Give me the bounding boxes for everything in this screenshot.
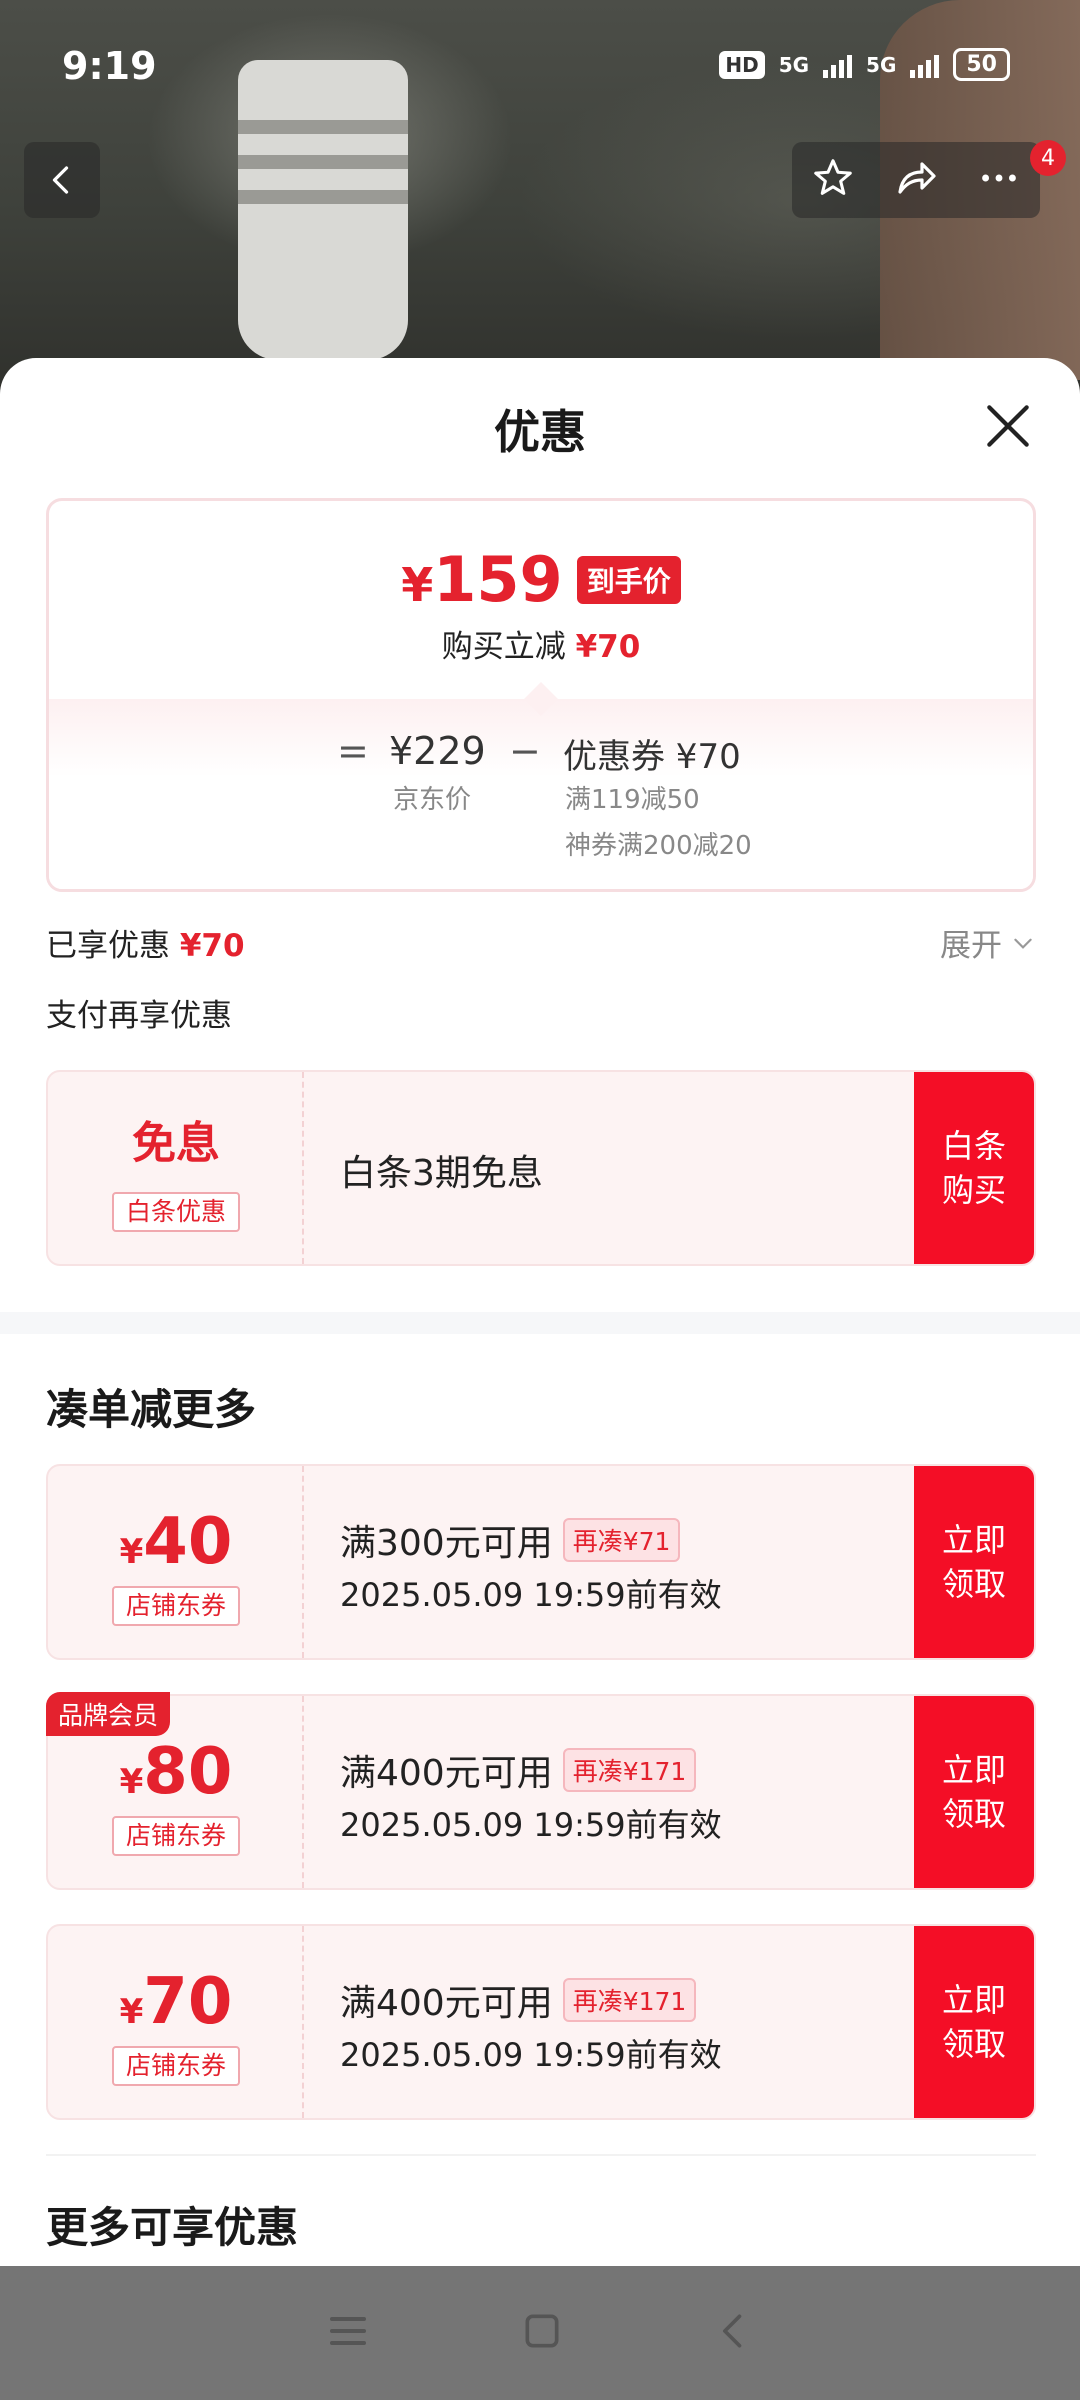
baitiao-card: 免息 白条优惠 白条3期免息 白条购买	[46, 1070, 1036, 1266]
pay-more-title: 支付再享优惠	[46, 998, 232, 1034]
chevron-down-icon	[1014, 938, 1032, 949]
jd-price-label: 京东价	[393, 785, 472, 815]
coupon-extra-tag: 再凑¥171	[562, 1748, 697, 1792]
close-button[interactable]	[980, 398, 1036, 454]
home-icon	[525, 2314, 559, 2348]
coupon-rule: 满400元可用 再凑¥171	[340, 1744, 697, 1796]
section-title-extra-offers: 更多可享优惠	[46, 2203, 299, 2252]
member-tag: 品牌会员	[46, 1692, 171, 1736]
section-title-more-savings: 凑单减更多	[46, 1385, 257, 1434]
coupon-rule: 满300元可用 再凑¥71	[340, 1514, 681, 1566]
final-price-tag: 到手价	[576, 555, 681, 604]
section-divider	[0, 1312, 1080, 1334]
system-back-button[interactable]	[712, 2309, 756, 2357]
notification-badge: 4	[1030, 140, 1066, 176]
signal-icon-2	[910, 52, 940, 78]
claim-coupon-button[interactable]: 立即领取	[914, 1926, 1034, 2118]
coupon-card: ¥70 店铺东券 满400元可用 再凑¥171 2025.05.09 19:59…	[46, 1924, 1036, 2120]
sheet-title: 优惠	[494, 405, 586, 459]
recent-apps-button[interactable]	[324, 2307, 372, 2359]
status-time: 9:19	[62, 44, 157, 88]
coupon-validity: 2025.05.09 19:59前有效	[340, 1576, 722, 1614]
baitiao-buy-button[interactable]: 白条购买	[914, 1072, 1034, 1264]
star-icon	[814, 159, 852, 195]
final-price: ¥159	[401, 543, 563, 616]
jd-price: ¥229	[389, 729, 486, 773]
coupon-amount: ¥70	[119, 1965, 233, 2039]
baitiao-tag: 白条优惠	[112, 1192, 240, 1232]
coupon-rule-2: 神券满200减20	[565, 831, 752, 861]
discount-sheet: 优惠 ¥159 到手价 购买立减 ¥70 = ¥229 京东价 − 优惠券 ¥7…	[0, 358, 1080, 2266]
back-button[interactable]	[24, 142, 100, 218]
status-bar: 9:19 HD 5G 5G 50	[0, 0, 1080, 110]
enjoyed-discount: 已享优惠 ¥70	[46, 928, 245, 964]
coupon-tag: 店铺东券	[112, 2046, 240, 2086]
coupon-tag: 店铺东券	[112, 1816, 240, 1856]
coupon-card: ¥80 店铺东券 满400元可用 再凑¥171 2025.05.09 19:59…	[46, 1694, 1036, 1890]
favorite-button[interactable]	[810, 155, 856, 205]
close-icon	[987, 405, 1029, 447]
battery-icon: 50	[953, 48, 1010, 81]
coupon-validity: 2025.05.09 19:59前有效	[340, 2036, 722, 2074]
hd-icon: HD	[719, 50, 765, 79]
baitiao-desc: 白条3期免息	[340, 1153, 543, 1194]
back-icon	[52, 166, 69, 194]
network-label-1: 5G	[778, 52, 810, 77]
coupon-extra-tag: 再凑¥71	[562, 1518, 681, 1562]
coupon-card: ¥40 店铺东券 满300元可用 再凑¥71 2025.05.09 19:59前…	[46, 1464, 1036, 1660]
claim-coupon-button[interactable]: 立即领取	[914, 1466, 1034, 1658]
coupon-validity: 2025.05.09 19:59前有效	[340, 1806, 722, 1844]
baitiao-amount: 免息	[132, 1118, 220, 1169]
home-button[interactable]	[520, 2309, 564, 2357]
signal-icon-1	[823, 52, 853, 78]
share-icon	[898, 162, 936, 194]
top-action-group	[792, 142, 1040, 218]
nav-back-icon	[723, 2314, 742, 2348]
coupon-tag: 店铺东券	[112, 1586, 240, 1626]
coupon-amount: ¥40	[119, 1505, 233, 1579]
share-button[interactable]	[892, 154, 940, 206]
coupon-rule-1: 满119减50	[565, 785, 700, 815]
claim-coupon-button[interactable]: 立即领取	[914, 1696, 1034, 1888]
menu-icon	[330, 2317, 366, 2345]
system-nav-bar	[0, 2266, 1080, 2400]
coupon-rule: 满400元可用 再凑¥171	[340, 1974, 697, 2026]
more-icon	[982, 174, 1016, 182]
expand-button[interactable]: 展开	[940, 920, 1036, 965]
coupon-total: 优惠券 ¥70	[563, 737, 741, 777]
coupon-amount: ¥80	[119, 1735, 233, 1809]
separator	[46, 2154, 1036, 2156]
price-breakdown-card: ¥159 到手价 购买立减 ¥70 = ¥229 京东价 − 优惠券 ¥70 满…	[46, 498, 1036, 892]
network-label-2: 5G	[866, 52, 897, 77]
more-button[interactable]	[976, 155, 1022, 205]
instant-discount: 购买立减 ¥70	[441, 629, 641, 665]
coupon-extra-tag: 再凑¥171	[562, 1978, 697, 2022]
